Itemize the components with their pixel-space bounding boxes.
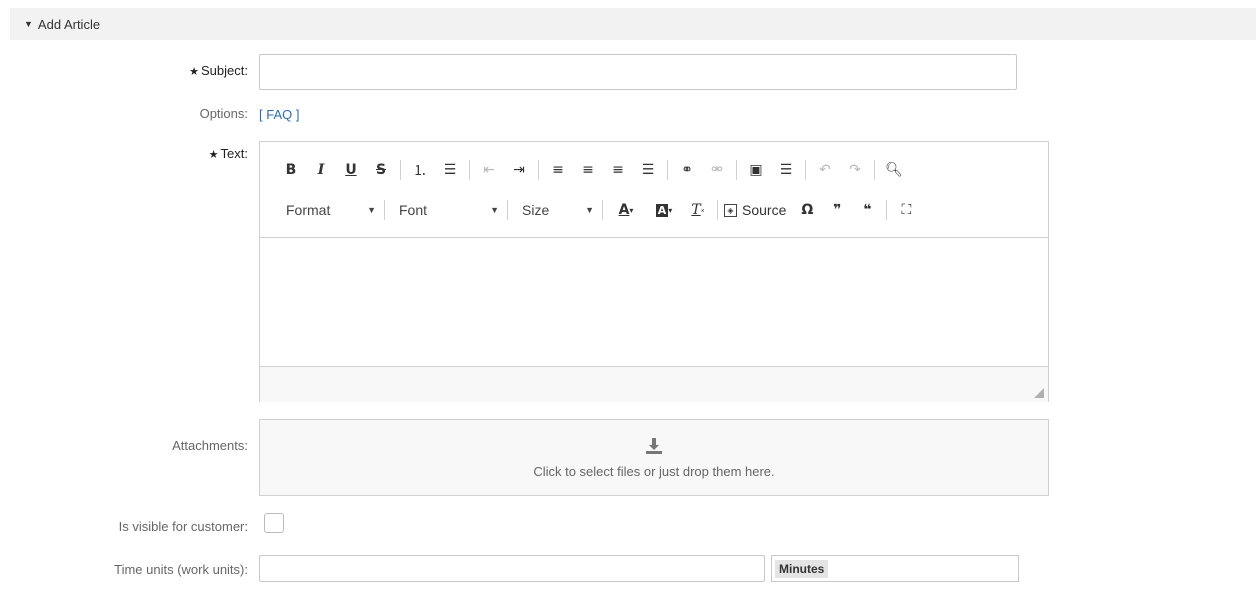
- time-units-label: Time units (work units):: [114, 562, 248, 577]
- resize-handle-icon[interactable]: [1034, 388, 1044, 398]
- size-dropdown[interactable]: Size ▼: [514, 197, 600, 223]
- upload-download-icon: [646, 438, 662, 454]
- faq-link[interactable]: [ FAQ ]: [259, 107, 299, 122]
- source-button[interactable]: ◈ Source: [724, 202, 786, 218]
- toolbar-separator: [507, 200, 508, 220]
- visible-for-customer-label: Is visible for customer:: [118, 519, 248, 534]
- toolbar-separator: [805, 160, 806, 180]
- toolbar-separator: [602, 200, 603, 220]
- toolbar-separator: [667, 160, 668, 180]
- visible-for-customer-checkbox[interactable]: [264, 513, 284, 533]
- toolbar-separator: [400, 160, 401, 180]
- format-dropdown[interactable]: Format ▼: [278, 197, 382, 223]
- source-icon: ◈: [724, 203, 737, 217]
- time-unit-selector[interactable]: Minutes: [771, 555, 1019, 582]
- numbered-list-icon[interactable]: ⒈: [407, 157, 433, 183]
- editor-footer: [260, 366, 1048, 402]
- editor-text-area[interactable]: [260, 238, 1048, 366]
- time-units-input[interactable]: [259, 555, 765, 582]
- toolbar-separator: [736, 160, 737, 180]
- quote-icon[interactable]: ❞: [824, 197, 850, 223]
- editor-toolbar: B I U S ⒈ ☰ ⇤ ⇥ ≡ ≡ ≡ ☰ ⚭ ⚮ ▣ ☰ ↶ ↷ 🔍︎ F…: [260, 142, 1048, 238]
- undo-icon[interactable]: ↶: [812, 157, 838, 183]
- align-left-icon[interactable]: ≡: [545, 157, 571, 183]
- panel-title: Add Article: [37, 16, 101, 32]
- required-star-icon: ★: [208, 149, 219, 161]
- strikethrough-icon[interactable]: S: [368, 157, 394, 183]
- underline-icon[interactable]: U: [338, 157, 364, 183]
- redo-icon[interactable]: ↷: [842, 157, 868, 183]
- font-dropdown[interactable]: Font ▼: [391, 197, 505, 223]
- panel-header[interactable]: ▼ Add Article: [10, 8, 1256, 40]
- remove-format-icon[interactable]: Tₓ: [685, 197, 711, 223]
- text-label: ★ Text:: [208, 146, 248, 161]
- image-icon[interactable]: ▣: [743, 157, 769, 183]
- chevron-down-icon: ▼: [490, 205, 499, 215]
- subject-input[interactable]: [259, 54, 1017, 90]
- chevron-down-icon: ▼: [585, 205, 594, 215]
- subject-label: ★ Subject:: [189, 63, 248, 78]
- collapse-triangle-icon[interactable]: ▼: [24, 19, 33, 29]
- toolbar-separator: [469, 160, 470, 180]
- remove-quote-icon[interactable]: ❝: [854, 197, 880, 223]
- horizontal-line-icon[interactable]: ☰: [773, 157, 799, 183]
- increase-indent-icon[interactable]: ⇥: [506, 157, 532, 183]
- rich-text-editor: B I U S ⒈ ☰ ⇤ ⇥ ≡ ≡ ≡ ☰ ⚭ ⚮ ▣ ☰ ↶ ↷ 🔍︎ F…: [259, 141, 1049, 402]
- toolbar-separator: [538, 160, 539, 180]
- chevron-down-icon: ▼: [367, 205, 376, 215]
- text-color-icon[interactable]: A ▾: [609, 197, 643, 223]
- toolbar-separator: [717, 200, 718, 220]
- add-article-panel: ▼ Add Article ★ Subject: Options: [ FAQ ]…: [10, 8, 1256, 594]
- options-label: Options:: [199, 106, 248, 121]
- special-character-icon[interactable]: Ω: [794, 197, 820, 223]
- bulleted-list-icon[interactable]: ☰: [437, 157, 463, 183]
- format-dropdown-label: Format: [286, 202, 331, 218]
- decrease-indent-icon[interactable]: ⇤: [476, 157, 502, 183]
- toolbar-separator: [874, 160, 875, 180]
- find-icon[interactable]: 🔍︎: [881, 157, 907, 183]
- required-star-icon: ★: [189, 66, 200, 78]
- attachment-dropzone[interactable]: Click to select files or just drop them …: [259, 419, 1049, 496]
- bold-icon[interactable]: B: [278, 157, 304, 183]
- toolbar-separator: [886, 200, 888, 220]
- align-center-icon[interactable]: ≡: [575, 157, 601, 183]
- attachments-label: Attachments:: [172, 438, 248, 453]
- dropzone-text: Click to select files or just drop them …: [533, 464, 775, 479]
- italic-icon[interactable]: I: [308, 157, 334, 183]
- align-justify-icon[interactable]: ☰: [635, 157, 661, 183]
- source-label: Source: [742, 202, 787, 218]
- align-right-icon[interactable]: ≡: [605, 157, 631, 183]
- toolbar-separator: [384, 200, 385, 220]
- maximize-icon[interactable]: ⛶: [893, 197, 919, 223]
- size-dropdown-label: Size: [522, 202, 550, 218]
- background-color-icon[interactable]: A ▾: [647, 197, 681, 223]
- font-dropdown-label: Font: [399, 202, 428, 218]
- unlink-icon[interactable]: ⚮: [704, 157, 730, 183]
- link-icon[interactable]: ⚭: [674, 157, 700, 183]
- time-unit-value: Minutes: [775, 559, 829, 578]
